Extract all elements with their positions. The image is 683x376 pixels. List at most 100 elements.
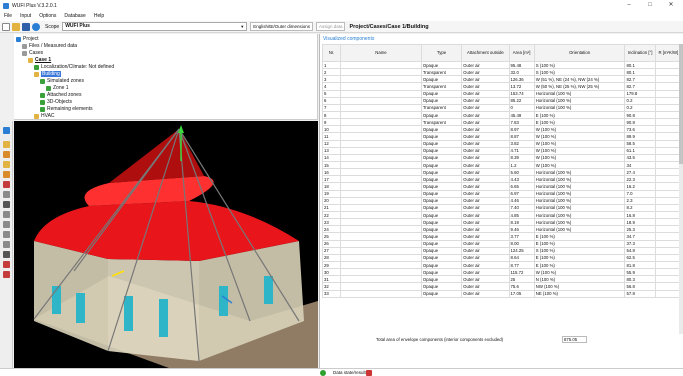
row-number[interactable]: 21 <box>321 203 342 212</box>
row-type[interactable]: Transparent <box>420 82 463 91</box>
row-number[interactable]: 26 <box>321 239 342 248</box>
row-area[interactable]: 32.0 <box>508 68 535 77</box>
row-orientation[interactable]: Horizontal (100 %) <box>533 189 626 198</box>
row-area[interactable]: 4.71 <box>508 146 535 155</box>
row-type[interactable]: Opaque <box>420 246 463 255</box>
table-row[interactable]: 23 Opaque Outer air 8.19 Horizontal (100 %) 1… <box>321 218 683 227</box>
table-row[interactable]: 27 Opaque Outer air 124.25 S (100 %) 54.8 <box>321 246 683 255</box>
undo-icon[interactable] <box>3 251 10 258</box>
row-orientation[interactable]: W (100 %) <box>533 132 626 141</box>
row-name[interactable] <box>340 125 422 134</box>
row-name[interactable] <box>340 275 422 284</box>
row-number[interactable]: 4 <box>321 82 342 91</box>
table-row[interactable]: 5 Opaque Outer air 153.74 Horizontal (100 %)… <box>321 89 683 98</box>
row-attachment[interactable]: Outer air <box>461 282 510 291</box>
row-inclination[interactable]: 25.3 <box>624 225 656 234</box>
row-number[interactable]: 8 <box>321 110 342 120</box>
row-attachment[interactable]: Outer air <box>461 275 510 284</box>
row-number[interactable]: 31 <box>321 275 342 284</box>
row-orientation[interactable]: W (51 %), NE (24 %), NW (24 %) <box>533 75 626 84</box>
row-type[interactable]: Opaque <box>420 60 463 70</box>
row-attachment[interactable]: Outer air <box>461 125 510 134</box>
search-icon[interactable] <box>3 201 10 208</box>
tree-item-zone1[interactable]: Zone 1 <box>46 85 69 91</box>
row-name[interactable] <box>340 82 422 91</box>
row-area[interactable]: 45.49 <box>508 110 535 120</box>
status-text[interactable]: Data state/results <box>333 370 368 375</box>
tree-item-building[interactable]: Building <box>34 71 61 77</box>
row-name[interactable] <box>340 118 422 127</box>
table-row[interactable]: 20 Opaque Outer air 4.46 Horizontal (100 %) 2… <box>321 196 683 205</box>
row-r-value[interactable] <box>654 103 683 112</box>
row-number[interactable]: 17 <box>321 175 342 184</box>
tree-item-localization[interactable]: Localization/Climate: Not defined <box>34 64 114 70</box>
row-r-value[interactable] <box>654 89 683 98</box>
row-orientation[interactable]: Horizontal (100 %) <box>533 182 626 191</box>
scope-select[interactable]: WUFI Plus ▼ <box>62 22 248 31</box>
row-attachment[interactable]: Outer air <box>461 146 510 155</box>
row-number[interactable]: 33 <box>321 289 342 298</box>
row-r-value[interactable] <box>654 153 683 162</box>
move-icon[interactable] <box>3 221 10 228</box>
row-attachment[interactable]: Outer air <box>461 225 510 234</box>
row-area[interactable]: 4.85 <box>508 210 535 220</box>
row-orientation[interactable]: Horizontal (100 %) <box>533 96 626 105</box>
row-attachment[interactable]: Outer air <box>461 89 510 98</box>
row-name[interactable] <box>340 110 422 120</box>
table-row[interactable]: 6 Opaque Outer air 85.22 Horizontal (100 %) 0… <box>321 96 683 105</box>
row-name[interactable] <box>340 68 422 77</box>
row-orientation[interactable]: Horizontal (100 %) <box>533 103 626 112</box>
menu-help[interactable]: Help <box>90 13 108 19</box>
row-orientation[interactable]: S (100 %) <box>533 246 626 255</box>
col-area[interactable]: Area [m²] <box>508 44 535 62</box>
row-area[interactable]: 124.25 <box>508 246 535 255</box>
row-r-value[interactable] <box>654 110 683 120</box>
row-name[interactable] <box>340 132 422 141</box>
row-name[interactable] <box>340 75 422 84</box>
row-r-value[interactable] <box>654 275 683 284</box>
row-r-value[interactable] <box>654 282 683 291</box>
row-type[interactable]: Opaque <box>420 210 463 220</box>
row-type[interactable]: Opaque <box>420 125 463 134</box>
row-inclination[interactable]: 0.2 <box>624 103 656 112</box>
row-r-value[interactable] <box>654 268 683 277</box>
table-row[interactable]: 10 Opaque Outer air 8.97 W (100 %) 73.6 <box>321 125 683 134</box>
row-inclination[interactable]: 58.5 <box>624 139 656 148</box>
row-r-value[interactable] <box>654 75 683 84</box>
table-row[interactable]: 8 Opaque Outer air 45.49 E (100 %) 90.8 <box>321 110 683 120</box>
measure-icon[interactable] <box>3 181 10 188</box>
table-row[interactable]: 19 Opaque Outer air 6.97 Horizontal (100 %) 7… <box>321 189 683 198</box>
row-orientation[interactable]: NE (100 %) <box>533 289 626 298</box>
row-inclination[interactable]: 62.5 <box>624 253 656 262</box>
row-inclination[interactable]: 18.9 <box>624 218 656 227</box>
tree-item-remaining[interactable]: Remaining elements <box>40 106 93 112</box>
row-attachment[interactable]: Outer air <box>461 96 510 105</box>
row-number[interactable]: 10 <box>321 125 342 134</box>
row-type[interactable]: Opaque <box>420 260 463 270</box>
row-attachment[interactable]: Outer air <box>461 168 510 177</box>
row-attachment[interactable]: Outer air <box>461 218 510 227</box>
row-attachment[interactable]: Outer air <box>461 139 510 148</box>
row-name[interactable] <box>340 268 422 277</box>
row-number[interactable]: 2 <box>321 68 342 77</box>
row-attachment[interactable]: Outer air <box>461 68 510 77</box>
row-number[interactable]: 11 <box>321 132 342 141</box>
new-file-icon[interactable] <box>2 22 10 31</box>
row-number[interactable]: 14 <box>321 153 342 162</box>
row-orientation[interactable]: Horizontal (100 %) <box>533 210 626 220</box>
row-orientation[interactable]: E (100 %) <box>533 260 626 270</box>
row-type[interactable]: Opaque <box>420 153 463 162</box>
row-number[interactable]: 28 <box>321 253 342 262</box>
row-type[interactable]: Opaque <box>420 275 463 284</box>
row-name[interactable] <box>340 282 422 291</box>
row-name[interactable] <box>340 203 422 212</box>
row-attachment[interactable]: Outer air <box>461 289 510 298</box>
row-area[interactable]: 5.60 <box>508 168 535 177</box>
table-scrollbar[interactable] <box>679 44 683 334</box>
row-attachment[interactable]: Outer air <box>461 182 510 191</box>
row-r-value[interactable] <box>654 232 683 241</box>
table-row[interactable]: 22 Opaque Outer air 4.85 Horizontal (100 %) 1… <box>321 210 683 220</box>
row-type[interactable]: Opaque <box>420 168 463 177</box>
row-orientation[interactable]: N (100 %) <box>533 275 626 284</box>
row-area[interactable]: 8.00 <box>508 239 535 248</box>
